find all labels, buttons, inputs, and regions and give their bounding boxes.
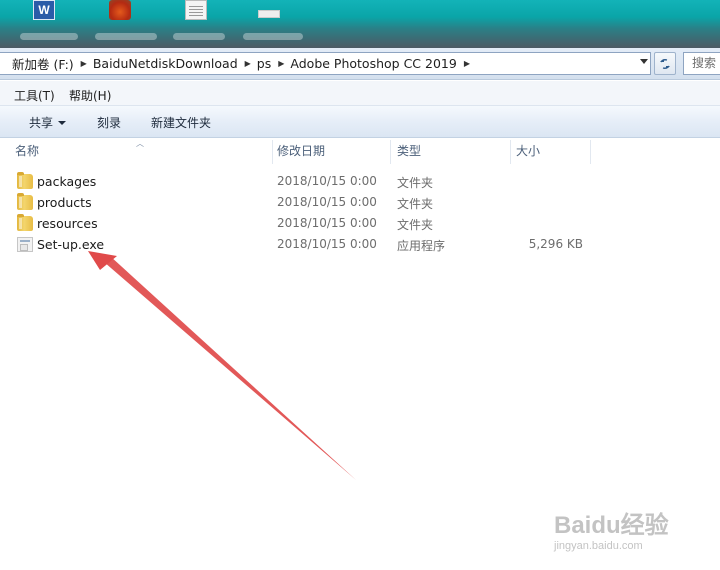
breadcrumb-drive[interactable]: 新加卷 (F:)	[0, 54, 79, 73]
column-name[interactable]: 名称	[10, 138, 272, 164]
share-button[interactable]: 共享	[29, 114, 67, 131]
column-date[interactable]: 修改日期	[272, 138, 390, 164]
breadcrumb-photoshop[interactable]: Adobe Photoshop CC 2019	[288, 56, 461, 71]
file-name: products	[37, 195, 92, 210]
breadcrumb-chevron-icon[interactable]: ▶	[79, 59, 91, 68]
application-icon	[17, 237, 33, 252]
desktop-background: W	[0, 0, 720, 48]
folder-icon	[17, 172, 33, 189]
watermark-sub: jingyan.baidu.com	[554, 540, 643, 552]
address-row: 新加卷 (F:) ▶ BaiduNetdiskDownload ▶ ps ▶ A…	[0, 48, 720, 80]
breadcrumb-chevron-icon[interactable]: ▶	[243, 59, 255, 68]
file-size: 5,296 KB	[528, 237, 583, 251]
burn-button[interactable]: 刻录	[97, 114, 121, 131]
watermark-main: Baidu经验	[554, 512, 669, 539]
column-size[interactable]: 大小	[511, 138, 591, 164]
breadcrumb-chevron-icon[interactable]: ▶	[462, 59, 474, 68]
blank-icon[interactable]	[258, 10, 280, 18]
breadcrumb-baidunetdisk[interactable]: BaiduNetdiskDownload	[91, 56, 243, 71]
app-icon[interactable]	[109, 0, 131, 20]
file-row-setup-exe[interactable]: Set-up.exe 2018/10/15 0:00 应用程序 5,296 KB	[0, 234, 720, 255]
breadcrumb-chevron-icon[interactable]: ▶	[276, 59, 288, 68]
file-row-resources[interactable]: resources 2018/10/15 0:00 文件夹	[0, 213, 720, 234]
share-label: 共享	[29, 116, 54, 130]
refresh-icon	[660, 58, 670, 69]
refresh-button[interactable]	[654, 52, 676, 75]
menu-help[interactable]: 帮助(H)	[69, 87, 111, 104]
folder-icon	[17, 214, 33, 231]
file-date: 2018/10/15 0:00	[277, 216, 377, 230]
file-type: 文件夹	[397, 218, 434, 232]
menu-tools[interactable]: 工具(T)	[14, 87, 55, 104]
word-icon[interactable]: W	[33, 0, 55, 20]
search-input[interactable]: 搜索	[683, 52, 720, 75]
file-name: resources	[37, 216, 98, 231]
column-type[interactable]: 类型	[392, 138, 510, 164]
file-date: 2018/10/15 0:00	[277, 174, 377, 188]
file-row-packages[interactable]: packages 2018/10/15 0:00 文件夹	[0, 171, 720, 192]
breadcrumb-ps[interactable]: ps	[255, 56, 276, 71]
address-dropdown-icon[interactable]	[640, 59, 648, 64]
word-icon-letter: W	[38, 3, 50, 17]
column-divider[interactable]	[590, 140, 591, 164]
file-type: 文件夹	[397, 197, 434, 211]
file-name: packages	[37, 174, 97, 189]
baidu-watermark: Baidu经验 jingyan.baidu.com	[554, 505, 704, 555]
file-date: 2018/10/15 0:00	[277, 195, 377, 209]
file-name: Set-up.exe	[37, 237, 105, 252]
file-date: 2018/10/15 0:00	[277, 237, 377, 251]
file-type: 文件夹	[397, 176, 434, 190]
column-divider[interactable]	[390, 140, 391, 164]
folder-icon	[17, 193, 33, 210]
menu-bar: 工具(T) 帮助(H)	[0, 81, 720, 106]
document-icon[interactable]	[185, 0, 207, 20]
file-row-products[interactable]: products 2018/10/15 0:00 文件夹	[0, 192, 720, 213]
chevron-down-icon	[58, 121, 67, 125]
column-header: ︿ 名称 修改日期 类型 大小	[0, 138, 720, 164]
new-folder-button[interactable]: 新建文件夹	[151, 114, 211, 131]
arrow-shaft	[104, 256, 356, 480]
command-bar: 共享 刻录 新建文件夹	[0, 106, 720, 138]
address-bar[interactable]: 新加卷 (F:) ▶ BaiduNetdiskDownload ▶ ps ▶ A…	[0, 52, 651, 75]
file-type: 应用程序	[397, 239, 446, 253]
blurred-desktop-labels	[15, 30, 315, 44]
